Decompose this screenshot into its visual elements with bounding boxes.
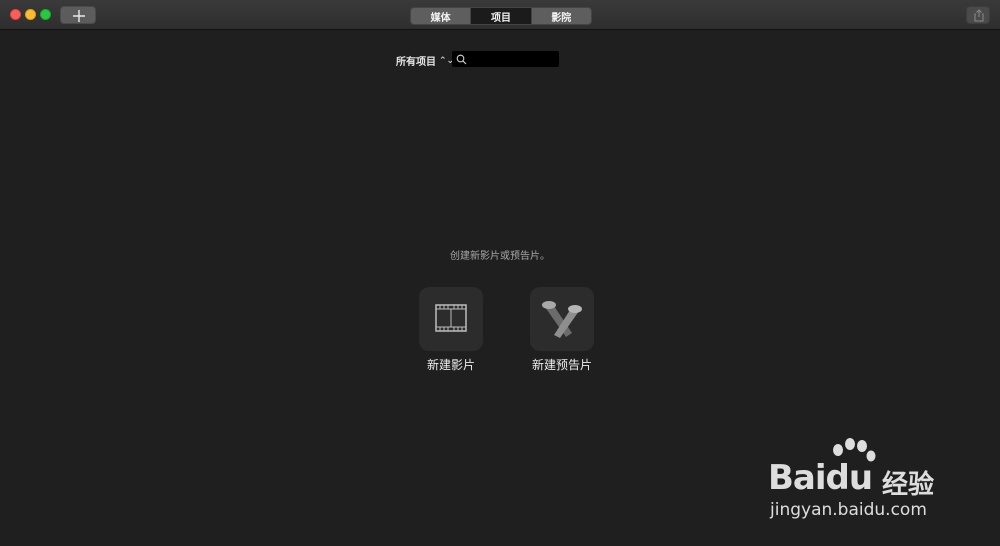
logo-text-bai: Bai xyxy=(768,458,827,498)
baidu-jingyan-watermark: Baidu 经验 jingyan.baidu.com xyxy=(760,438,960,528)
new-movie-label: 新建影片 xyxy=(426,358,475,372)
new-trailer-label: 新建预告片 xyxy=(531,358,592,372)
zoom-window-button[interactable] xyxy=(40,9,51,20)
watermark-url: jingyan.baidu.com xyxy=(770,500,927,520)
toolbar: 媒体 项目 影院 xyxy=(0,0,1000,30)
film-strip-icon xyxy=(435,304,467,332)
share-button[interactable] xyxy=(966,6,990,24)
close-window-button[interactable] xyxy=(10,9,21,20)
spotlights-icon xyxy=(542,301,582,338)
tab-projects[interactable]: 项目 xyxy=(471,8,532,24)
new-trailer-button[interactable] xyxy=(530,287,594,351)
filter-label: 所有项目 xyxy=(396,57,436,68)
tab-media[interactable]: 媒体 xyxy=(411,8,472,24)
logo-text-du: du xyxy=(825,458,874,498)
new-movie-button[interactable] xyxy=(419,287,483,351)
empty-state-prompt: 创建新影片或预告片。 xyxy=(450,251,550,262)
view-switcher: 媒体 项目 影院 xyxy=(410,7,592,25)
tab-theater[interactable]: 影院 xyxy=(531,8,591,24)
add-button[interactable] xyxy=(60,6,96,24)
project-filter-dropdown[interactable]: 所有项目 ⌃⌄ xyxy=(396,53,454,69)
share-icon xyxy=(974,9,984,22)
search-field[interactable] xyxy=(452,51,559,67)
baidu-logo: Baidu xyxy=(768,458,874,498)
search-input[interactable] xyxy=(470,52,556,66)
search-icon xyxy=(456,54,467,65)
minimize-window-button[interactable] xyxy=(25,9,36,20)
logo-text-jingyan: 经验 xyxy=(882,470,935,500)
plus-icon xyxy=(73,10,85,22)
